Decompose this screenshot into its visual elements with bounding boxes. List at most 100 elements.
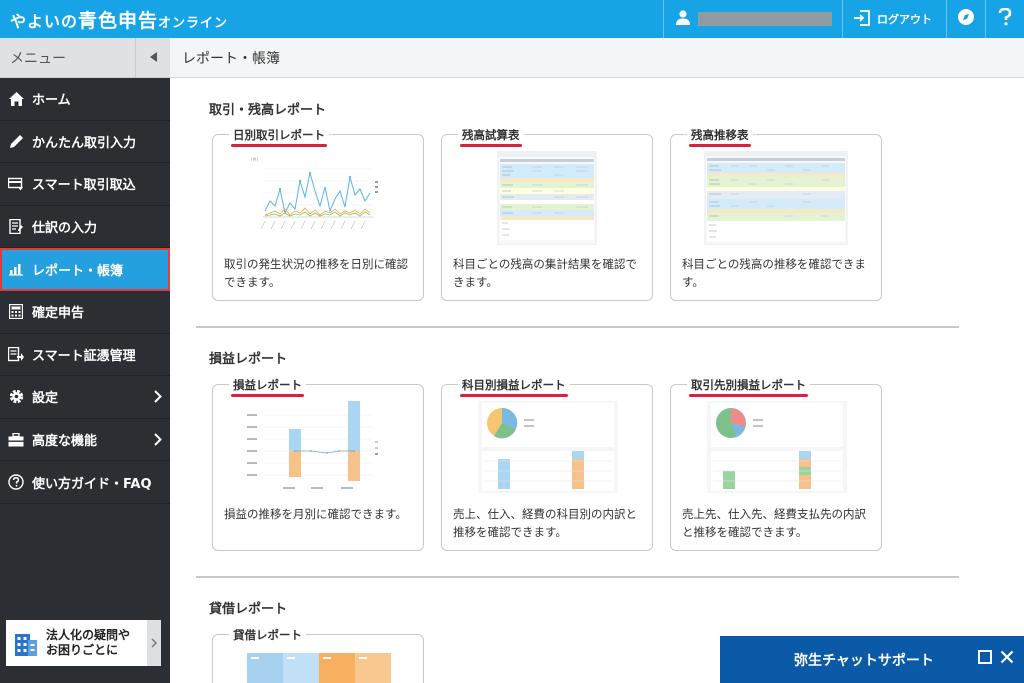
gear-icon [8, 389, 24, 405]
corporate-banner-line2: お困りごとに [46, 643, 119, 657]
user-area[interactable] [664, 0, 842, 38]
section-title-profit-loss: 損益レポート [209, 352, 288, 367]
red-underline [231, 144, 327, 147]
balance-transition-thumbnail [701, 150, 851, 246]
menu-header: メニュー [0, 38, 170, 78]
sidebar: メニュー ホーム かんたん取引入力 スマート取引取込 仕訳の入力 レポート・帳簿… [0, 38, 170, 683]
red-underline [460, 394, 568, 397]
chevron-right-icon [154, 390, 162, 407]
card-description: 損益の推移を月別に確認できます。 [224, 507, 407, 521]
page-title: レポート・帳簿 [182, 50, 280, 67]
card-balance-sheet-report[interactable]: 貸借レポート [212, 627, 424, 683]
partner-profit-loss-thumbnail [701, 401, 851, 495]
sidebar-item-label: 使い方ガイド・FAQ [32, 476, 152, 492]
sidebar-item-settings[interactable]: 設定 [0, 376, 170, 419]
chat-support-label: 弥生チャットサポート [794, 652, 934, 669]
journal-icon [8, 219, 24, 235]
card-description: 科目ごとの残高の推移を確認できます。 [682, 257, 866, 289]
red-underline [231, 394, 304, 397]
card-title: 科目別損益レポート [458, 377, 570, 397]
card-trial-balance[interactable]: 残高試算表 科目ごとの残高の集計結果を確認できます。 [441, 127, 653, 301]
sidebar-item-label: かんたん取引入力 [32, 135, 137, 151]
corporate-banner-text: 法人化の疑問や お困りごとに [46, 628, 130, 658]
account-profit-loss-thumbnail [472, 401, 622, 495]
logo-suffix: オンライン [158, 15, 229, 31]
profit-loss-thumbnail [243, 401, 393, 495]
sidebar-item-label: 仕訳の入力 [32, 221, 98, 237]
chat-support-widget[interactable]: 弥生チャットサポート [720, 636, 1024, 683]
help-circle-icon [8, 474, 24, 490]
question-icon [998, 7, 1012, 30]
card-description: 取引の発生状況の推移を日別に確認できます。 [224, 257, 408, 289]
card-description: 売上先、仕入先、経費支払先の内訳と推移を確認できます。 [682, 507, 866, 539]
document-upload-icon [8, 346, 24, 362]
sidebar-item-guide-faq[interactable]: 使い方ガイド・FAQ [0, 461, 170, 504]
card-description: 科目ごとの残高の集計結果を確認できます。 [453, 257, 637, 289]
card-title: 残高試算表 [458, 127, 524, 147]
sidebar-item-label: レポート・帳簿 [32, 263, 124, 279]
red-underline [460, 144, 522, 147]
daily-report-thumbnail: (件) [243, 151, 393, 245]
calculator-icon [8, 304, 24, 320]
section-title-transaction-balance: 取引・残高レポート [209, 103, 327, 118]
card-title: 残高推移表 [687, 127, 753, 147]
sidebar-item-label: 設定 [32, 391, 59, 407]
help-button[interactable] [986, 0, 1024, 38]
card-partner-profit-loss[interactable]: 取引先別損益レポート 売上先、仕入先、経費支払先の内訳と推移を確認できます。 [670, 377, 882, 551]
sidebar-item-smart-voucher[interactable]: スマート証憑管理 [0, 334, 170, 377]
chevron-right-icon [154, 433, 162, 450]
sidebar-item-label: 確定申告 [32, 306, 85, 322]
sidebar-item-home[interactable]: ホーム [0, 78, 170, 121]
sidebar-item-journal[interactable]: 仕訳の入力 [0, 206, 170, 249]
page-title-bar: レポート・帳簿 [170, 38, 1024, 78]
card-title: 日別取引レポート [229, 127, 329, 147]
collapse-menu-button[interactable] [135, 38, 170, 78]
section-divider [196, 326, 959, 328]
main-content: 取引・残高レポート 日別取引レポート (件) 取引の発生状況の推移を日別に確認で… [170, 78, 1024, 683]
triangle-left-icon [149, 50, 157, 66]
sidebar-item-advanced[interactable]: 高度な機能 [0, 419, 170, 462]
section-title-balance-sheet: 貸借レポート [209, 602, 288, 617]
sidebar-item-label: スマート取引取込 [32, 178, 136, 194]
compass-button[interactable] [947, 0, 985, 38]
logo-main: 青色申告 [78, 9, 159, 32]
sidebar-item-label: 高度な機能 [32, 434, 98, 450]
sidebar-item-tax-return[interactable]: 確定申告 [0, 291, 170, 334]
compass-icon [957, 8, 975, 30]
card-title: 貸借レポート [229, 627, 306, 643]
svg-text:(件): (件) [251, 156, 259, 162]
logo-prefix: やよいの [10, 11, 79, 31]
user-name-redacted [698, 12, 832, 26]
sidebar-item-simple-entry[interactable]: かんたん取引入力 [0, 121, 170, 164]
app-logo[interactable]: やよいの青色申告オンライン [0, 6, 663, 33]
sidebar-item-label: スマート証憑管理 [32, 348, 136, 364]
close-icon[interactable] [1000, 650, 1014, 668]
building-icon [6, 630, 46, 656]
sidebar-item-reports[interactable]: レポート・帳簿 [0, 248, 170, 291]
card-description: 売上、仕入、経費の科目別の内訳と推移を確認できます。 [453, 507, 637, 539]
toolbox-icon [8, 432, 24, 448]
app-header: やよいの青色申告オンライン ログアウト [0, 0, 1024, 38]
logout-label: ログアウト [877, 13, 932, 26]
card-account-profit-loss[interactable]: 科目別損益レポート 売上、仕入、経費の科目別の内訳と推移を確認できます。 [441, 377, 653, 551]
section-divider [196, 576, 959, 578]
red-underline [689, 394, 808, 397]
logout-button[interactable]: ログアウト [843, 0, 946, 38]
trial-balance-thumbnail [472, 150, 622, 246]
sidebar-item-smart-import[interactable]: スマート取引取込 [0, 163, 170, 206]
sidebar-item-label: ホーム [32, 93, 71, 109]
red-underline [689, 144, 751, 147]
maximize-icon[interactable] [978, 650, 992, 668]
user-icon [676, 9, 690, 29]
report-chart-icon [8, 261, 24, 277]
balance-sheet-thumbnail [247, 653, 397, 683]
card-profit-loss-report[interactable]: 損益レポート 損益の推移を月別に確認できます。 [212, 377, 424, 551]
card-daily-transaction-report[interactable]: 日別取引レポート (件) 取引の発生状況の推移を日別に確認できます。 [212, 127, 424, 301]
card-title: 損益レポート [229, 377, 306, 397]
logout-icon [853, 9, 877, 29]
chevron-right-icon [147, 620, 161, 666]
menu-title: メニュー [10, 50, 66, 67]
corporate-banner[interactable]: 法人化の疑問や お困りごとに [6, 620, 161, 666]
corporate-banner-line1: 法人化の疑問や [46, 628, 131, 642]
card-balance-transition[interactable]: 残高推移表 科目ごとの残高の推移を確認できます。 [670, 127, 882, 301]
